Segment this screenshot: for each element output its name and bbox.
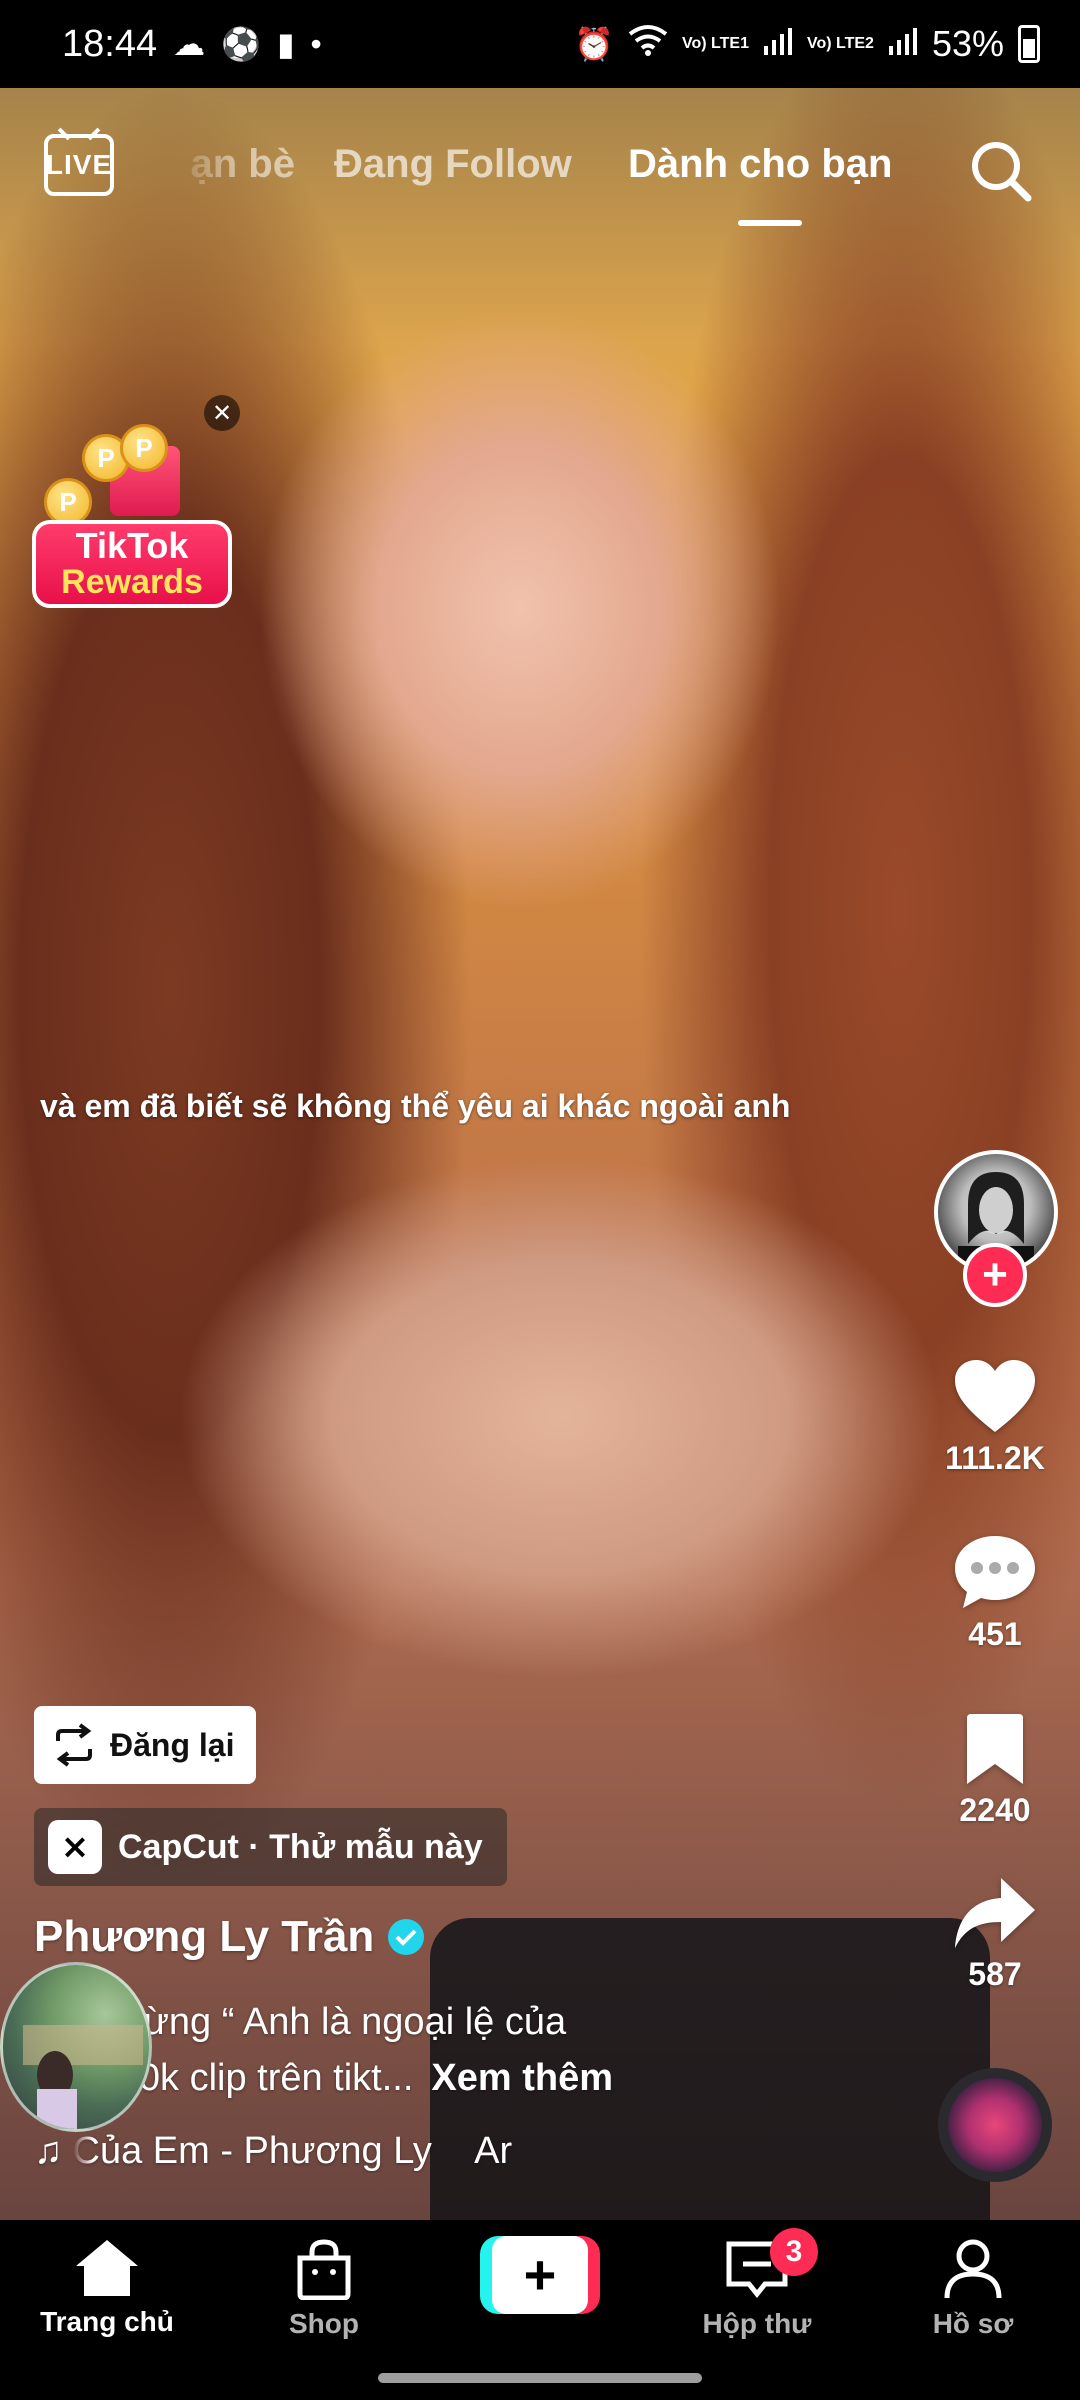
heart-icon (955, 1360, 1035, 1432)
tab-following[interactable]: Đang Follow (334, 142, 572, 187)
repost-icon (56, 1723, 92, 1767)
create-button[interactable]: + (480, 2236, 600, 2314)
device-icon: ▮ (276, 26, 295, 62)
status-bar: 18:44 ☁ ⚽ ▮ • ⏰ Vo) LTE1 Vo) LTE2 53% (0, 0, 1080, 88)
save-button[interactable]: 2240 (925, 1712, 1065, 1829)
description-line-1: húc mừng “ Anh là ngoại lệ của (40, 2001, 567, 2043)
author-name-text: Phương Ly Trần (34, 1912, 375, 1961)
nav-home-label: Trang chủ (40, 2306, 174, 2337)
status-time: 18:44 (62, 22, 158, 65)
rewards-badge: TikTok Rewards (32, 520, 232, 608)
search-icon[interactable] (968, 138, 1034, 204)
live-icon[interactable]: LIVE (44, 134, 114, 196)
active-tab-indicator (738, 220, 802, 226)
music-title-tail: Ar (474, 2130, 513, 2172)
author-name[interactable]: Phương Ly Trần (34, 1912, 425, 1962)
nav-inbox[interactable]: Hộp thư (657, 2238, 857, 2340)
save-count: 2240 (959, 1792, 1031, 1828)
capcut-label: CapCut · Thử mẫu này (118, 1827, 483, 1866)
verified-badge-icon (388, 1919, 425, 1955)
signal-icon-2 (888, 23, 918, 65)
inbox-badge: 3 (770, 2228, 818, 2276)
alarm-icon: ⏰ (574, 26, 614, 62)
repost-label: Đăng lại (110, 1726, 235, 1763)
nav-shop-label: Shop (289, 2308, 359, 2339)
shopping-bag-icon (297, 2239, 351, 2300)
share-button[interactable]: 587 (925, 1876, 1065, 1993)
bookmark-icon (967, 1714, 1023, 1784)
nav-profile-label: Hồ sơ (932, 2308, 1014, 2339)
coin-icon: P (44, 478, 92, 526)
comment-button[interactable]: 451 (925, 1532, 1065, 1653)
tiktok-rewards-widget[interactable]: P P P TikTok Rewards (32, 420, 252, 610)
signal-icon-1 (763, 23, 793, 65)
comment-count: 451 (968, 1616, 1022, 1652)
share-arrow-icon (955, 1878, 1035, 1948)
cloud-icon: ☁ (173, 26, 206, 62)
comment-icon (955, 1536, 1035, 1608)
dot-icon: • (310, 25, 322, 62)
football-icon: ⚽ (221, 26, 261, 62)
description-line-2: hơn 50k clip trên tikt... Xem thêm (40, 2050, 820, 2106)
battery-percent: 53% (931, 23, 1004, 64)
video-frame[interactable] (0, 88, 1080, 2220)
nav-inbox-label: Hộp thư (702, 2308, 812, 2339)
plus-icon: + (492, 2236, 588, 2314)
nav-home[interactable]: Trang chủ (7, 2238, 207, 2338)
network-label-2: Vo) LTE2 (806, 35, 874, 52)
video-caption: và em đã biết sẽ không thể yêu ai khác n… (40, 1088, 791, 1124)
feed-top-nav: LIVE ạn bè Đang Follow Dành cho bạn (0, 120, 1080, 230)
music-info[interactable]: ♫ Của Em - Phương Ly Ar (34, 2130, 583, 2173)
repost-button[interactable]: Đăng lại (34, 1706, 257, 1784)
nav-profile[interactable]: Hồ sơ (873, 2238, 1073, 2340)
close-icon[interactable]: ✕ (204, 395, 240, 431)
like-button[interactable]: 111.2K (925, 1358, 1065, 1477)
tab-friends[interactable]: ạn bè (165, 142, 295, 187)
home-indicator[interactable] (378, 2373, 702, 2383)
capcut-logo-icon: ⨯ (48, 1820, 102, 1874)
music-disc[interactable] (938, 2068, 1052, 2182)
profile-icon (944, 2239, 1002, 2299)
see-more-link[interactable]: Xem thêm (431, 2057, 613, 2099)
mini-player-thumbnail[interactable] (0, 1962, 152, 2132)
tab-for-you[interactable]: Dành cho bạn (628, 142, 892, 187)
like-count: 111.2K (945, 1440, 1045, 1476)
rewards-title-line1: TikTok (75, 525, 189, 566)
capcut-template-button[interactable]: ⨯ CapCut · Thử mẫu này (34, 1808, 507, 1886)
nav-shop[interactable]: Shop (224, 2238, 424, 2340)
music-note-icon: ♫ (34, 2130, 63, 2172)
share-count: 587 (968, 1956, 1022, 1992)
battery-icon (1018, 25, 1040, 63)
music-title: Của Em - Phương Ly (72, 2130, 432, 2172)
home-icon (76, 2240, 138, 2296)
follow-plus-button[interactable]: + (963, 1243, 1027, 1307)
post-description[interactable]: húc mừng “ Anh là ngoại lệ của hơn 50k c… (40, 1994, 820, 2106)
coin-icon: P (120, 424, 168, 472)
rewards-title-line2: Rewards (61, 563, 203, 601)
network-label-1: Vo) LTE1 (682, 35, 749, 52)
live-label: LIVE (45, 149, 113, 180)
music-marquee: Của Em - Phương Ly Ar (73, 2130, 583, 2173)
wifi-icon (628, 24, 668, 64)
